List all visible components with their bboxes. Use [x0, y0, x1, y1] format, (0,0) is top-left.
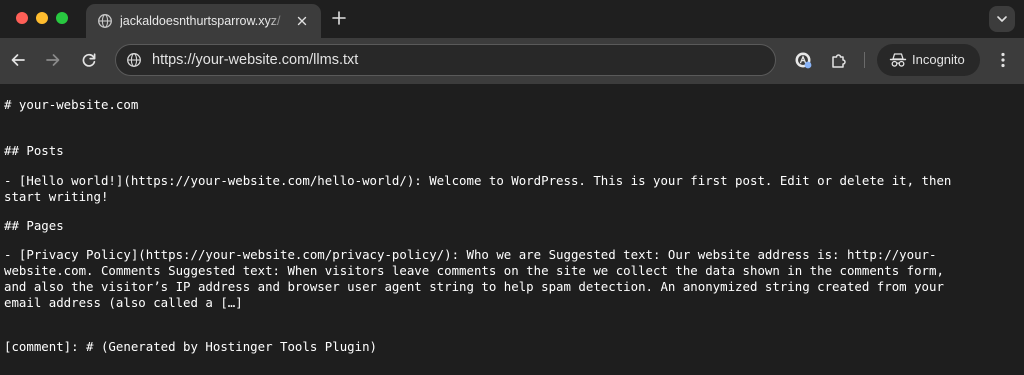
- text-line: email address (also called a […]: [4, 295, 243, 310]
- close-icon[interactable]: [294, 13, 310, 29]
- globe-icon: [97, 13, 113, 29]
- text-line: website.com. Comments Suggested text: Wh…: [4, 263, 944, 278]
- tab-strip: jackaldoesnthurtsparrow.xyz/: [0, 0, 1024, 38]
- page-content: # your-website.com ## Posts - [Hello wor…: [0, 84, 1024, 375]
- toolbar-divider: [864, 52, 865, 68]
- text-line: and also the visitor’s IP address and br…: [4, 279, 944, 294]
- text-line-pages-heading: ## Pages: [4, 218, 64, 233]
- window-maximize-button[interactable]: [56, 12, 68, 24]
- text-line: start writing!: [4, 189, 109, 204]
- url-text[interactable]: https://your-website.com/llms.txt: [152, 52, 358, 69]
- puzzle-icon[interactable]: [829, 50, 849, 70]
- kebab-menu-icon[interactable]: [993, 50, 1013, 70]
- incognito-button[interactable]: Incognito: [877, 44, 980, 76]
- tab-search-button[interactable]: [989, 6, 1015, 32]
- plus-icon[interactable]: [330, 9, 348, 27]
- address-bar[interactable]: https://your-website.com/llms.txt: [115, 44, 776, 76]
- arrow-left-icon[interactable]: [8, 50, 28, 70]
- toolbar: https://your-website.com/llms.txt Incogn…: [0, 38, 1024, 84]
- reload-icon[interactable]: [79, 50, 99, 70]
- text-line-posts-heading: ## Posts: [4, 143, 64, 158]
- arrow-right-icon[interactable]: [43, 50, 63, 70]
- active-tab[interactable]: jackaldoesnthurtsparrow.xyz/: [86, 4, 321, 38]
- text-line-comment: [comment]: # (Generated by Hostinger Too…: [4, 339, 377, 354]
- text-line-site-heading: # your-website.com: [4, 97, 139, 112]
- incognito-label: Incognito: [912, 52, 965, 67]
- window-close-button[interactable]: [16, 12, 28, 24]
- site-info-icon[interactable]: [126, 52, 142, 68]
- browser-window: jackaldoesnthurtsparrow.xyz/ https://you…: [0, 0, 1024, 375]
- tab-title: jackaldoesnthurtsparrow.xyz/: [120, 14, 281, 28]
- text-line: - [Hello world!](https://your-website.co…: [4, 173, 952, 188]
- extension-badge-icon[interactable]: [793, 50, 813, 70]
- text-line: - [Privacy Policy](https://your-website.…: [4, 247, 937, 262]
- chevron-down-icon: [997, 16, 1007, 22]
- window-minimize-button[interactable]: [36, 12, 48, 24]
- incognito-icon: [889, 52, 907, 68]
